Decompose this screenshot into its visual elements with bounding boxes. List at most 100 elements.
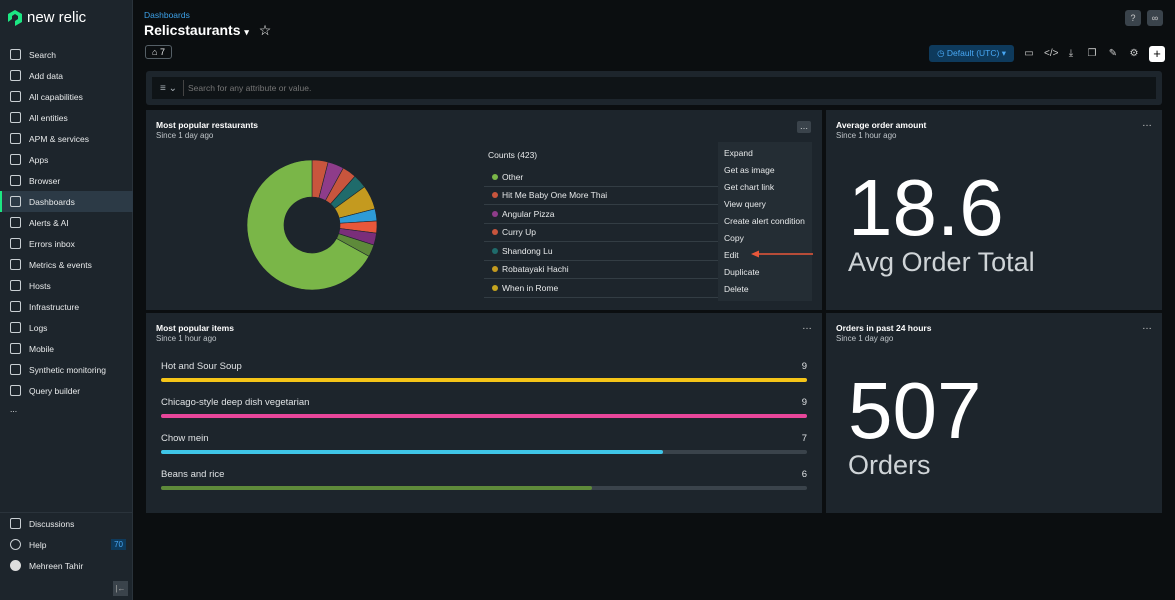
menu-item-get-as-image[interactable]: Get as image <box>718 162 812 179</box>
tags-button[interactable]: ⌂ 7 <box>145 45 172 59</box>
sidebar-item-label: Metrics & events <box>29 259 92 270</box>
legend-swatch <box>492 173 498 180</box>
sidebar-item-browser[interactable]: Browser <box>0 170 133 191</box>
legend-item[interactable]: Angular Pizza <box>484 205 724 224</box>
sidebar-item-apm-services[interactable]: APM & services <box>0 128 133 149</box>
sidebar-item-add-data[interactable]: Add data <box>0 65 133 86</box>
widget-title: Most popular items <box>156 323 234 333</box>
new-relic-logo[interactable]: new relic <box>8 9 86 26</box>
bar[interactable] <box>161 378 807 382</box>
more-label: ... <box>10 403 18 414</box>
bar-track <box>161 450 807 454</box>
sidebar-item-query-builder[interactable]: Query builder <box>0 380 133 401</box>
menu-item-expand[interactable]: Expand <box>718 145 812 162</box>
legend-item[interactable]: Shandong Lu <box>484 242 724 261</box>
menu-item-create-alert-condition[interactable]: Create alert condition <box>718 213 812 230</box>
sidebar-item-metrics-events[interactable]: Metrics & events <box>0 254 133 275</box>
sidebar-more[interactable]: ... <box>0 398 17 419</box>
code-icon[interactable]: </> <box>1044 48 1058 59</box>
bar[interactable] <box>161 486 592 490</box>
widget-since: Since 1 hour ago <box>836 131 897 140</box>
sidebar-nav: Search Add data All capabilities All entiti… <box>0 44 133 401</box>
billboard-value: 18.6 <box>848 163 1004 252</box>
link-icon[interactable]: ∞ <box>1147 10 1163 26</box>
dashboard-icon <box>10 196 21 207</box>
breadcrumb[interactable]: Dashboards <box>144 10 190 20</box>
infrastructure-icon <box>10 301 21 312</box>
sidebar-item-user[interactable]: Mehreen Tahir <box>0 555 133 576</box>
sidebar-item-discussions[interactable]: Discussions <box>0 513 133 534</box>
sidebar-item-all-entities[interactable]: All entities <box>0 107 133 128</box>
menu-item-delete[interactable]: Delete <box>718 281 812 298</box>
legend-item[interactable]: Robatayaki Hachi <box>484 261 724 279</box>
legend-label: Shandong Lu <box>502 245 553 256</box>
menu-item-view-query[interactable]: View query <box>718 196 812 213</box>
chevron-down-icon: ▾ <box>244 27 249 37</box>
sidebar-item-logs[interactable]: Logs <box>0 317 133 338</box>
sidebar-item-search[interactable]: Search <box>0 44 133 65</box>
legend-item[interactable]: When in Rome <box>484 279 724 298</box>
bar-track <box>161 486 807 490</box>
sidebar-item-errors-inbox[interactable]: Errors inbox <box>0 233 133 254</box>
legend-swatch <box>492 266 498 273</box>
widget-menu-button[interactable]: … <box>1142 118 1152 129</box>
sidebar-item-label: Synthetic monitoring <box>29 364 107 375</box>
download-icon[interactable]: ⤓ <box>1065 48 1077 59</box>
globe-icon <box>10 133 21 144</box>
legend-label: Angular Pizza <box>502 208 555 219</box>
legend-item[interactable]: Curry Up <box>484 224 724 242</box>
bar-value: 9 <box>801 361 807 372</box>
sidebar-item-label: Mobile <box>29 343 55 354</box>
help-badge: 70 <box>111 539 126 550</box>
bar-label: Hot and Sour Soup <box>161 361 242 372</box>
bar[interactable] <box>161 414 807 418</box>
page-title[interactable]: Relicstaurants ▾ ☆ <box>144 22 271 39</box>
logs-icon <box>10 322 21 333</box>
menu-item-duplicate[interactable]: Duplicate <box>718 264 812 281</box>
help-icon <box>10 539 21 550</box>
legend-label: Hit Me Baby One More Thai <box>502 190 608 201</box>
widget-title: Orders in past 24 hours <box>836 323 932 333</box>
legend-item[interactable]: Hit Me Baby One More Thai <box>484 187 724 205</box>
widget-menu-button[interactable]: … <box>802 321 812 332</box>
server-icon <box>10 280 21 291</box>
gear-icon[interactable]: ⚙ <box>1128 48 1140 59</box>
bar[interactable] <box>161 450 664 454</box>
sidebar-item-all-capabilities[interactable]: All capabilities <box>0 86 133 107</box>
sidebar-item-mobile[interactable]: Mobile <box>0 338 133 359</box>
bar-row: Chow mein 7 <box>161 433 807 454</box>
legend-swatch <box>492 284 498 291</box>
sidebar-item-help[interactable]: Help 70 <box>0 534 133 555</box>
collapse-sidebar-button[interactable]: |← <box>113 581 128 596</box>
bar-label: Beans and rice <box>161 469 225 480</box>
sidebar-item-infrastructure[interactable]: Infrastructure <box>0 296 133 317</box>
mobile-icon <box>10 343 21 354</box>
sidebar-item-apps[interactable]: Apps <box>0 149 133 170</box>
sidebar-item-label: Browser <box>29 175 61 186</box>
widget-since: Since 1 day ago <box>156 131 214 140</box>
sidebar-item-alerts-ai[interactable]: Alerts & AI <box>0 212 133 233</box>
timezone-picker[interactable]: ◷ Default (UTC) ▾ <box>929 45 1014 62</box>
sidebar-item-dashboards[interactable]: Dashboards <box>0 191 133 212</box>
sidebar-item-label: All capabilities <box>29 91 83 102</box>
sidebar-item-label: Discussions <box>29 518 75 529</box>
add-widget-button[interactable]: + <box>1149 45 1165 62</box>
legend-item[interactable]: Other <box>484 168 724 187</box>
menu-item-copy[interactable]: Copy <box>718 230 812 247</box>
star-icon[interactable]: ☆ <box>259 22 272 38</box>
help-icon[interactable]: ? <box>1125 10 1141 26</box>
widget-menu-button[interactable]: … <box>1142 321 1152 332</box>
menu-item-get-chart-link[interactable]: Get chart link <box>718 179 812 196</box>
filter-search-input[interactable] <box>188 83 988 93</box>
copy-icon[interactable]: ❐ <box>1086 48 1098 59</box>
bar-track <box>161 378 807 382</box>
tv-mode-icon[interactable]: ▭ <box>1023 48 1035 59</box>
sidebar-item-hosts[interactable]: Hosts <box>0 275 133 296</box>
sidebar-item-label: Logs <box>29 322 48 333</box>
filter-icon[interactable]: ≡ ⌄ <box>160 83 177 94</box>
billboard-label: Avg Order Total <box>848 247 1035 277</box>
synthetic-icon <box>10 364 21 375</box>
widget-menu-button[interactable]: … <box>797 121 811 133</box>
pencil-icon[interactable]: ✎ <box>1107 48 1119 59</box>
sidebar-item-synthetic-monitoring[interactable]: Synthetic monitoring <box>0 359 133 380</box>
